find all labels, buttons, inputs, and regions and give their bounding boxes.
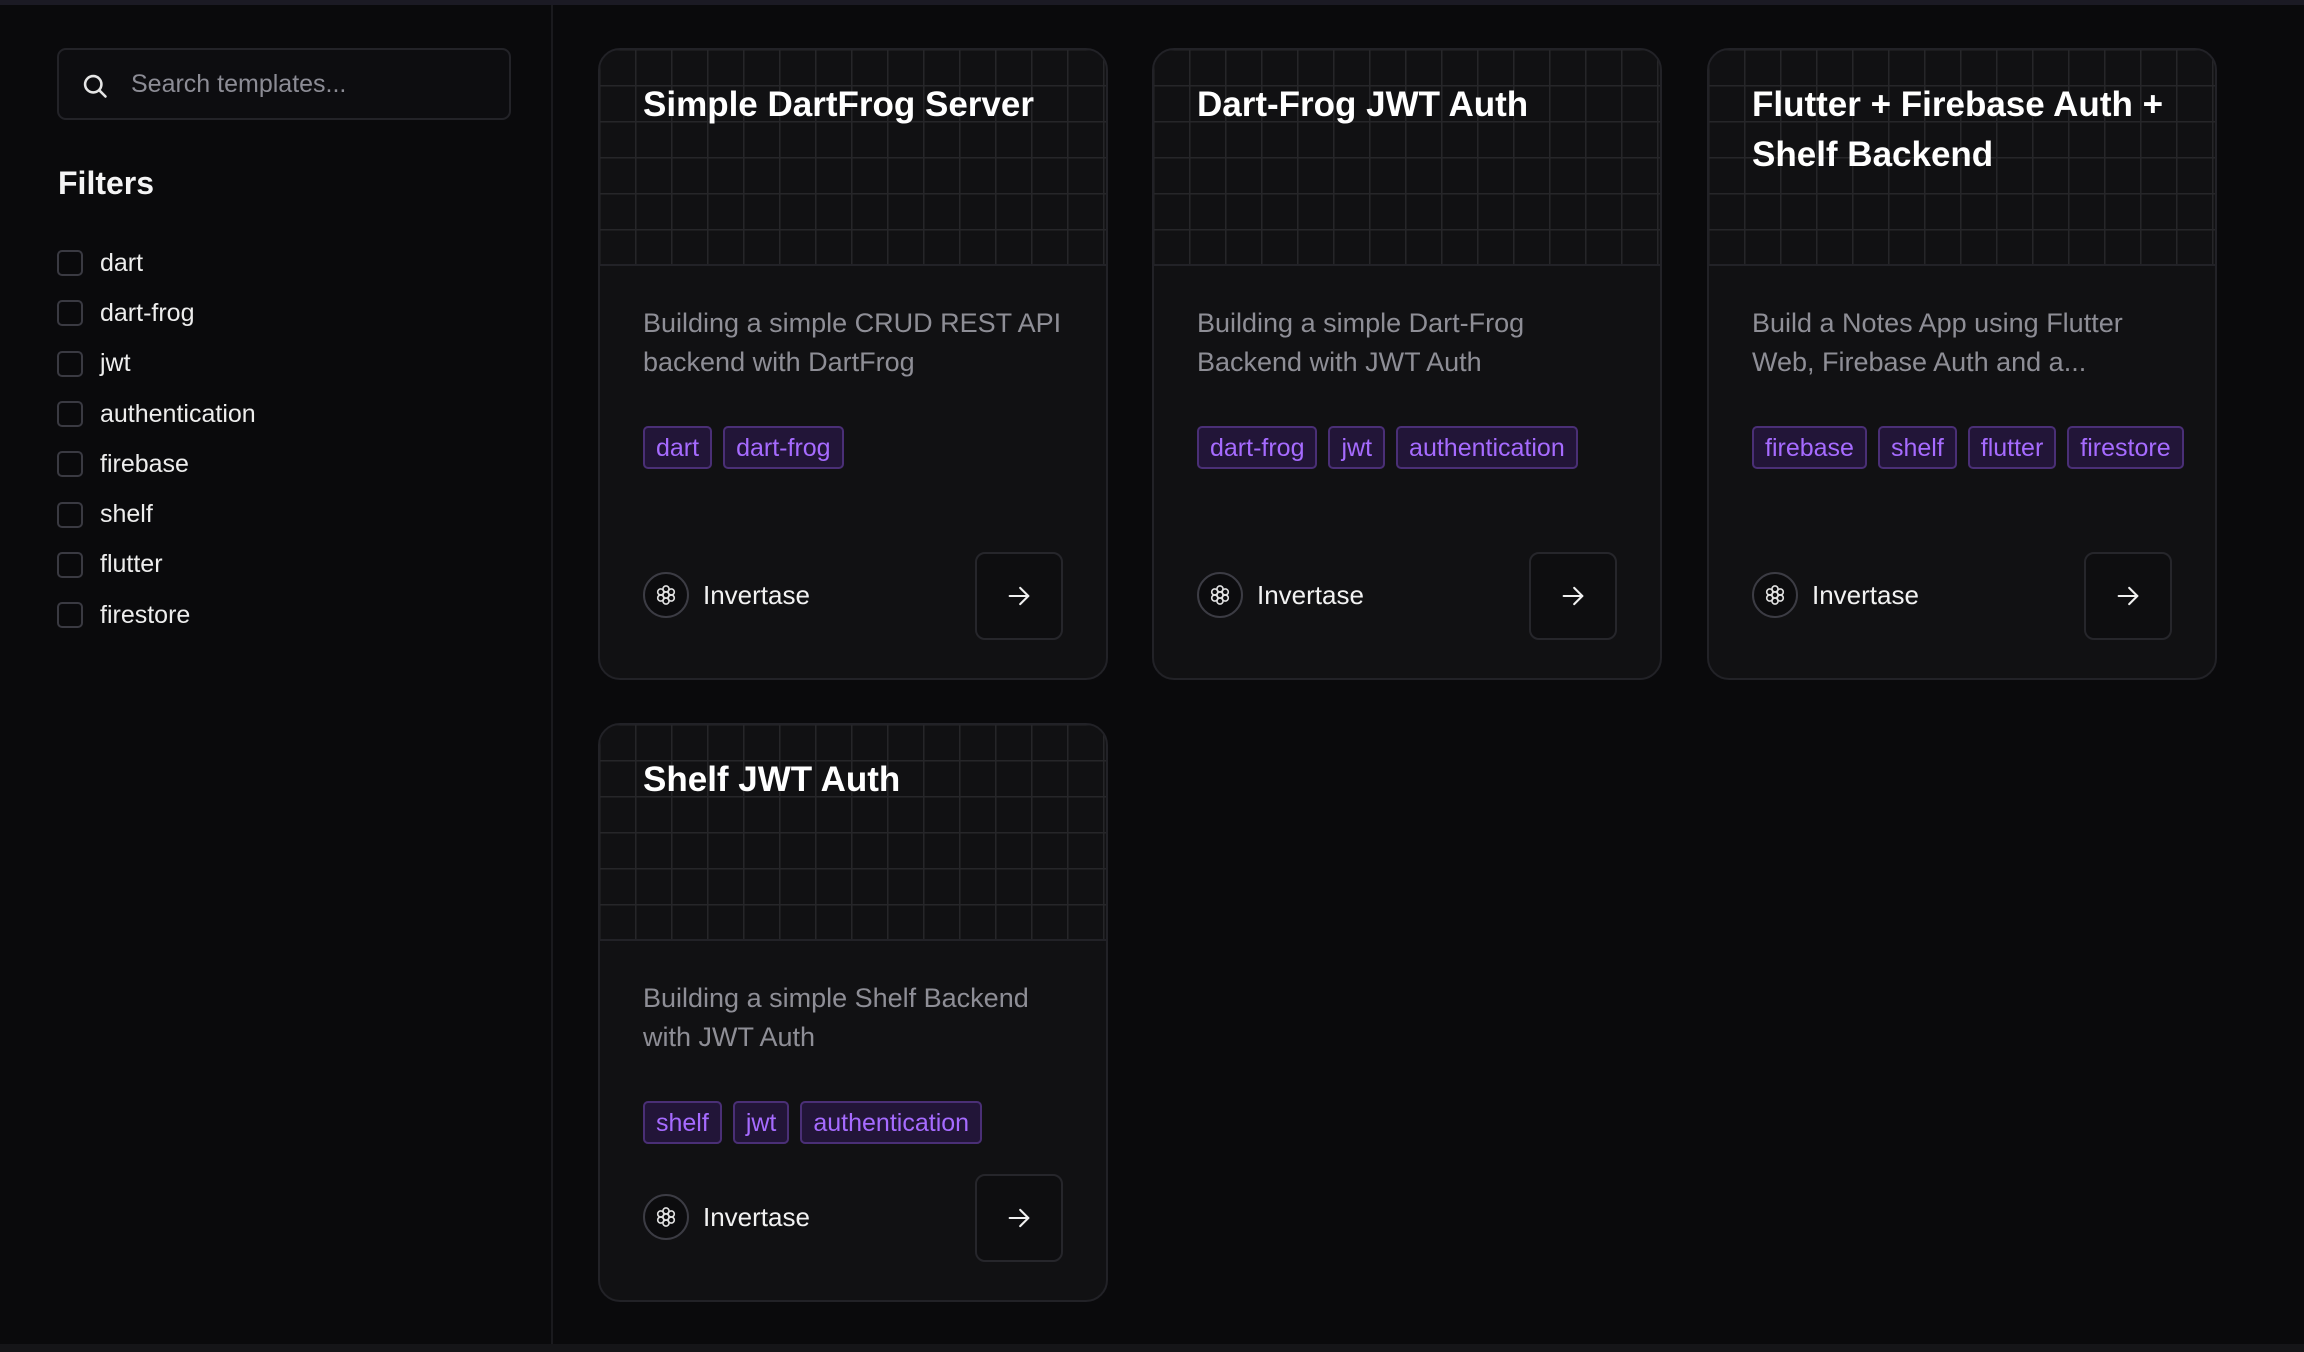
filter-checkbox[interactable] [57,451,83,478]
filter-item-dart[interactable]: dart [57,238,256,288]
card-description: Building a simple CRUD REST API backend … [643,308,1062,377]
tag: dart [643,426,713,469]
card-title: Dart-Frog JWT Auth [1197,85,1529,124]
author-name: Invertase [1257,579,1364,610]
filter-item-firebase[interactable]: firebase [57,439,256,489]
filter-checkbox[interactable] [57,350,83,377]
filter-checkbox[interactable] [57,602,83,629]
author-name: Invertase [703,579,810,610]
filter-checkbox[interactable] [57,250,83,277]
search-input[interactable] [131,50,491,118]
card-tags: dart-frog jwt authentication [1197,426,1637,469]
invertase-logo-icon [1197,572,1243,618]
card-tags: dart dart-frog [643,426,1083,469]
tag: dart-frog [723,426,844,469]
filter-label: firestore [100,600,191,629]
card-tags: shelf jwt authentication [643,1101,1083,1144]
filter-checkbox[interactable] [57,300,83,327]
open-template-button[interactable] [2084,552,2172,640]
filter-checkbox[interactable] [57,501,83,528]
card-title: Simple DartFrog Server [643,85,1034,124]
arrow-right-icon [1008,586,1030,606]
card-author: Invertase [643,572,810,618]
filter-item-jwt[interactable]: jwt [57,339,256,389]
open-template-button[interactable] [975,1174,1063,1262]
tag: flutter [1967,426,2057,469]
filter-checkbox[interactable] [57,401,83,428]
invertase-logo-icon [643,572,689,618]
filter-label: firebase [100,449,189,478]
filter-item-authentication[interactable]: authentication [57,389,256,439]
filter-item-flutter[interactable]: flutter [57,540,256,590]
template-card[interactable]: Flutter + Firebase Auth + Shelf Backend … [1707,48,2217,680]
invertase-logo-icon [1752,572,1798,618]
filter-checkbox[interactable] [57,551,83,578]
card-description: Building a simple Dart-Frog Backend with… [1197,308,1525,377]
card-author: Invertase [1752,572,1919,618]
search-box[interactable] [57,48,511,120]
tag: authentication [1396,426,1578,469]
filter-label: dart-frog [100,298,195,327]
filter-label: dart [100,248,144,277]
card-description: Building a simple Shelf Backend with JWT… [643,983,1029,1052]
tag: shelf [1877,426,1957,469]
card-title: Shelf JWT Auth [643,760,901,799]
filters-heading: Filters [58,165,155,201]
search-icon [83,74,107,98]
bottom-border [0,1344,2304,1352]
filter-label: shelf [100,500,153,529]
arrow-right-icon [1562,586,1584,606]
filter-item-dart-frog[interactable]: dart-frog [57,288,256,338]
card-title: Flutter + Firebase Auth + Shelf Backend [1752,85,2164,174]
template-card[interactable]: Dart-Frog JWT Auth Building a simple Dar… [1152,48,1662,680]
tag: jwt [1328,426,1386,469]
filter-label: flutter [100,550,163,579]
card-author: Invertase [643,1194,810,1240]
template-card[interactable]: Shelf JWT Auth Building a simple Shelf B… [598,723,1108,1302]
filter-label: authentication [100,399,256,428]
author-name: Invertase [1812,579,1919,610]
card-description: Build a Notes App using Flutter Web, Fir… [1752,308,2123,377]
arrow-right-icon [1008,1208,1030,1228]
tag: firebase [1752,426,1867,469]
card-author: Invertase [1197,572,1364,618]
tag: authentication [800,1101,983,1144]
filter-item-firestore[interactable]: firestore [57,590,256,640]
author-name: Invertase [703,1201,810,1232]
template-card[interactable]: Simple DartFrog Server Building a simple… [598,48,1108,680]
arrow-right-icon [2117,586,2139,606]
open-template-button[interactable] [975,552,1063,640]
filters-sidebar: Filters dart dart-frog jwt authenticatio… [0,5,553,1344]
tag: shelf [643,1101,722,1144]
filter-list: dart dart-frog jwt authentication fireba… [57,238,256,640]
open-template-button[interactable] [1529,552,1617,640]
filter-item-shelf[interactable]: shelf [57,489,256,539]
filter-label: jwt [100,349,131,378]
tag: firestore [2067,426,2184,469]
card-tags: firebase shelf flutter firestore [1752,426,2192,469]
tag: jwt [732,1101,790,1144]
tag: dart-frog [1197,426,1318,469]
invertase-logo-icon [643,1194,689,1240]
